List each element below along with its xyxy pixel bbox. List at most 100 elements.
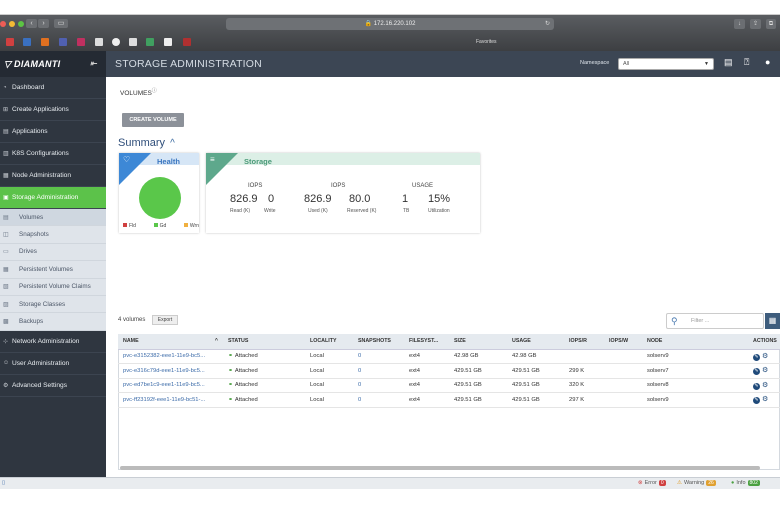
search-icon: ⚲ [671, 316, 678, 326]
collapse-sidebar-icon[interactable]: ⇤ [90, 59, 97, 68]
subnav-item-persistent-volume-claims[interactable]: ▧ Persistent Volume Claims [0, 279, 106, 296]
user-avatar-icon[interactable]: ● [765, 57, 770, 67]
bookmark-icon[interactable] [112, 38, 120, 46]
help-icon[interactable]: ⍰ [744, 57, 749, 68]
sidebar-item-dashboard[interactable]: ◔ Dashboard [0, 77, 106, 99]
export-button[interactable]: Export [152, 315, 178, 325]
subnav-item-storage-classes[interactable]: ▨ Storage Classes [0, 296, 106, 314]
sidebar-toggle-icon[interactable]: ▭ [54, 19, 68, 28]
back-button[interactable]: ‹ [26, 19, 37, 28]
subnav-item-drives[interactable]: ▭ Drives [0, 244, 106, 262]
info-icon[interactable]: ⓘ [152, 88, 157, 94]
bookmark-icon[interactable] [77, 38, 85, 46]
sidebar-item-storage-administration[interactable]: ▣ Storage Administration [0, 187, 106, 209]
app: ▽ DIAMANTI ⇤ ◔ Dashboard ⊞ Create Applicat… [0, 51, 780, 489]
edit-icon[interactable]: ✎ [753, 397, 760, 405]
volume-name-link[interactable]: pvc-ed7be1c9-eee1-11e9-bc5... [118, 378, 223, 393]
forward-button[interactable]: › [38, 19, 49, 28]
download-icon[interactable]: ↓ [734, 19, 745, 29]
snapshots-link[interactable]: 0 [353, 378, 404, 393]
subnav-item-snapshots[interactable]: ◫ Snapshots [0, 226, 106, 244]
usage-cell: 42.98 GB [507, 349, 564, 364]
info-status[interactable]: ● Info 802 [731, 480, 760, 486]
sidebar-item-applications[interactable]: ▤ Applications [0, 121, 106, 143]
status-text: Attached [234, 367, 258, 374]
col-filesystem[interactable]: FILESYST... [404, 334, 449, 350]
warning-status[interactable]: ⚠ Warning 26 [677, 480, 716, 486]
sort-up-icon[interactable]: ^ [215, 338, 218, 344]
status-text: Attached [234, 382, 258, 389]
summary-heading[interactable]: Summary ^ [118, 137, 175, 149]
bookmark-icon[interactable] [59, 38, 67, 46]
edit-icon[interactable]: ✎ [753, 353, 760, 361]
col-locality[interactable]: LOCALITY [305, 334, 353, 350]
filter-input[interactable]: ⚲ Filter ... [666, 313, 764, 329]
column-settings-button[interactable]: ▦ [765, 313, 780, 329]
maximize-window-button[interactable] [18, 21, 24, 27]
reload-icon[interactable]: ↻ [545, 18, 550, 30]
clipboard-icon[interactable]: ▤ [724, 57, 733, 68]
sidebar-item-label: Dashboard [12, 84, 45, 91]
horizontal-scrollbar[interactable] [120, 466, 760, 470]
page-title: STORAGE ADMINISTRATION [115, 58, 262, 70]
volume-name-link[interactable]: pvc-ff23192f-eee1-11e9-bc51-... [118, 392, 223, 408]
gear-icon[interactable]: ⚙ [762, 367, 768, 374]
col-iops-w[interactable]: IOPS/W [604, 334, 642, 350]
sidebar-item-k8s-configurations[interactable]: ▥ K8S Configurations [0, 143, 106, 165]
sidebar-item-user-administration[interactable]: ☺ User Administration [0, 353, 106, 375]
subnav-item-persistent-volumes[interactable]: ▦ Persistent Volumes [0, 261, 106, 279]
sidebar-item-create-applications[interactable]: ⊞ Create Applications [0, 99, 106, 121]
bookmark-icon[interactable] [183, 38, 191, 46]
subnav-item-volumes[interactable]: ▤ Volumes [0, 209, 106, 227]
snapshots-link[interactable]: 0 [353, 392, 404, 408]
status-text: Attached [234, 396, 258, 403]
sidebar-item-node-administration[interactable]: ▦ Node Administration [0, 165, 106, 187]
bookmark-icon[interactable] [129, 38, 137, 46]
sidebar-item-network-administration[interactable]: ⊹ Network Administration [0, 331, 106, 353]
error-status[interactable]: ⊗ Error 0 [638, 480, 666, 486]
gear-icon[interactable]: ⚙ [762, 382, 768, 389]
iops-usage-header: IOPS [331, 183, 346, 189]
snapshots-link[interactable]: 0 [353, 349, 404, 364]
gear-icon[interactable]: ⚙ [762, 396, 768, 403]
subnav-item-backups[interactable]: ▩ Backups [0, 313, 106, 331]
col-status[interactable]: STATUS [223, 334, 305, 350]
url-bar[interactable]: 🔒 172.16.220.102 ↻ [226, 18, 554, 30]
bookmark-icon[interactable] [146, 38, 154, 46]
gear-icon[interactable]: ⚙ [762, 353, 768, 360]
col-node[interactable]: NODE [642, 334, 748, 350]
col-snapshots[interactable]: SNAPSHOTS [353, 334, 404, 350]
col-size[interactable]: SIZE [449, 334, 507, 350]
edit-icon[interactable]: ✎ [753, 382, 760, 390]
bookmark-icon[interactable] [41, 38, 49, 46]
volume-name-link[interactable]: pvc-e316c79d-eee1-11e9-bc5... [118, 363, 223, 379]
close-window-button[interactable] [0, 21, 6, 27]
terminal-icon[interactable]: ▯ [2, 480, 5, 486]
bookmark-icon[interactable] [164, 38, 172, 46]
create-volume-button[interactable]: CREATE VOLUME [122, 113, 184, 127]
bookmark-icon[interactable] [95, 38, 103, 46]
usage-cell: 429.51 GB [507, 363, 564, 379]
chevron-up-icon[interactable]: ^ [170, 138, 175, 149]
iops-w-cell [604, 349, 642, 364]
col-name[interactable]: NAME ^ [118, 334, 223, 350]
snapshots-link[interactable]: 0 [353, 363, 404, 379]
minimize-window-button[interactable] [9, 21, 15, 27]
status-bar: ▯ ⊗ Error 0 ⚠ Warning 26 ● Info 802 [0, 477, 780, 489]
col-usage[interactable]: USAGE [507, 334, 564, 350]
share-icon[interactable]: ⇪ [750, 19, 761, 29]
sidebar-item-label: Node Administration [12, 172, 72, 179]
node-cell: solserv7 [642, 363, 748, 379]
volume-name-link[interactable]: pvc-e3152382-eee1-11e9-bc5... [118, 349, 223, 364]
tabs-icon[interactable]: ⧉ [766, 19, 776, 29]
namespace-select[interactable]: All ▼ [618, 58, 714, 70]
info-label: Info [736, 480, 746, 486]
edit-icon[interactable]: ✎ [753, 368, 760, 376]
sidebar-item-advanced-settings[interactable]: ⚙ Advanced Settings [0, 375, 106, 397]
filesystem-cell: ext4 [404, 349, 449, 364]
bookmark-icon[interactable] [6, 38, 14, 46]
volumes-heading-text: VOLUMES [120, 90, 152, 98]
col-iops-r[interactable]: IOPS/R [564, 334, 604, 350]
iops-r-cell: 299 K [564, 363, 604, 379]
bookmark-icon[interactable] [23, 38, 31, 46]
